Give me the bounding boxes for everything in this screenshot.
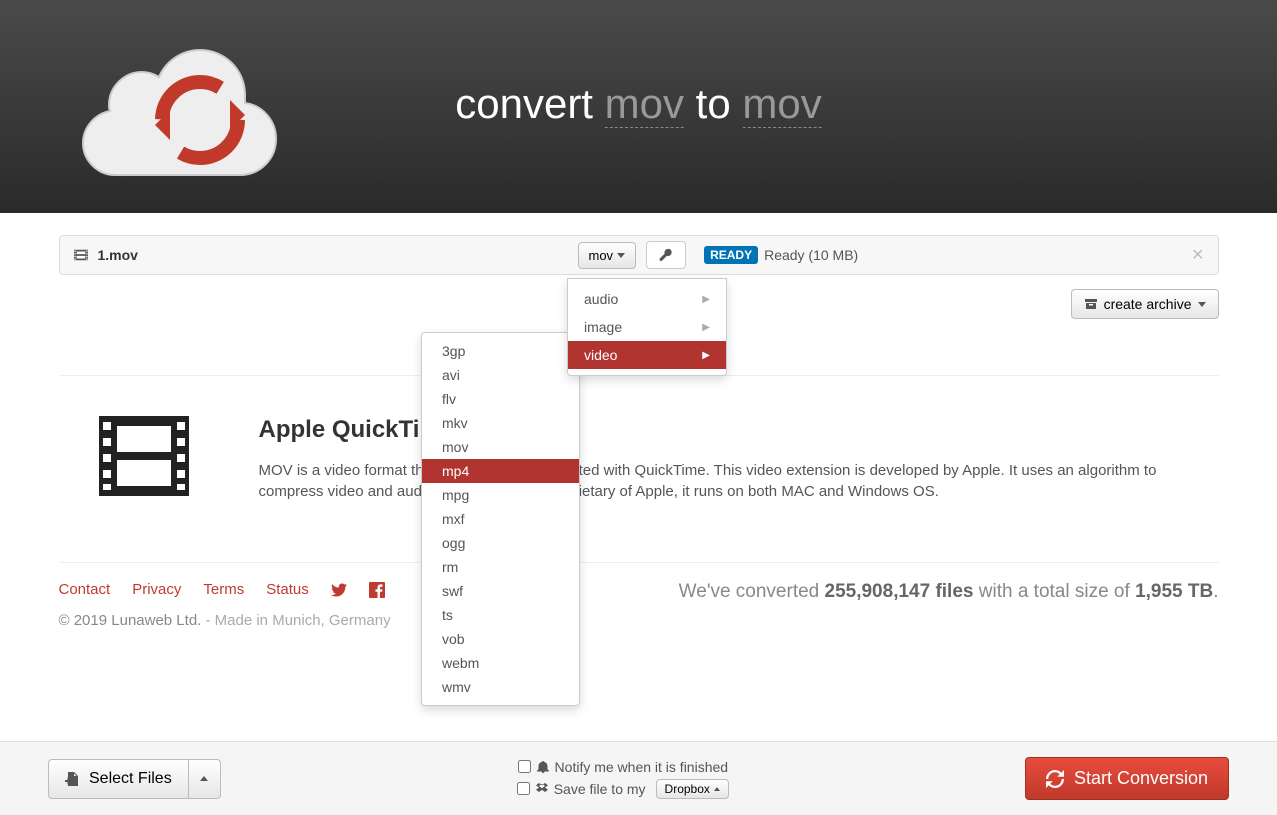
format-item-webm[interactable]: webm (422, 651, 579, 675)
notify-label: Notify me when it is finished (555, 759, 729, 775)
category-item-image[interactable]: image▶ (568, 313, 726, 341)
footer: Contact Privacy Terms Status © 2019 Luna… (59, 562, 1219, 629)
start-conversion-button[interactable]: Start Conversion (1025, 757, 1229, 800)
format-item-mov[interactable]: mov (422, 435, 579, 459)
dropbox-dropdown[interactable]: Dropbox (656, 779, 729, 799)
format-item-ts[interactable]: ts (422, 603, 579, 627)
to-format[interactable]: mov (742, 80, 821, 128)
add-file-icon (65, 771, 81, 787)
format-item-mkv[interactable]: mkv (422, 411, 579, 435)
save-to-checkbox[interactable] (517, 782, 530, 795)
from-format[interactable]: mov (605, 80, 684, 128)
format-item-ogg[interactable]: ogg (422, 531, 579, 555)
description-body: MOV is a video format that is commonly a… (259, 460, 1219, 502)
archive-label: create archive (1104, 296, 1192, 312)
chevron-up-icon (200, 776, 208, 781)
dropbox-icon (536, 783, 548, 795)
chevron-down-icon (617, 253, 625, 258)
notify-checkbox-row[interactable]: Notify me when it is finished (518, 759, 729, 775)
copyright: © 2019 Lunaweb Ltd. - Made in Munich, Ge… (59, 612, 391, 629)
close-icon[interactable]: × (1192, 244, 1204, 267)
header: convert mov to mov (0, 0, 1277, 213)
film-large-icon (99, 416, 189, 496)
notify-checkbox[interactable] (518, 760, 531, 773)
category-item-video[interactable]: video▶ (568, 341, 726, 369)
archive-icon (1084, 297, 1098, 311)
footer-links: Contact Privacy Terms Status (59, 581, 391, 598)
format-item-flv[interactable]: flv (422, 387, 579, 411)
refresh-icon (1046, 770, 1064, 788)
file-row: 1.mov mov READY Ready (10 MB) × (59, 235, 1219, 275)
format-item-swf[interactable]: swf (422, 579, 579, 603)
wrench-icon (658, 247, 674, 263)
footer-link-status[interactable]: Status (266, 581, 309, 598)
select-files-label: Select Files (89, 770, 172, 788)
start-label: Start Conversion (1074, 768, 1208, 789)
format-item-mxf[interactable]: mxf (422, 507, 579, 531)
save-to-label: Save file to my (554, 781, 646, 797)
footer-link-privacy[interactable]: Privacy (132, 581, 181, 598)
format-item-wmv[interactable]: wmv (422, 675, 579, 699)
page-title: convert mov to mov (455, 80, 822, 128)
chevron-down-icon (1198, 302, 1206, 307)
select-files-dropdown[interactable] (189, 759, 221, 799)
description-block: Apple QuickTime Movie MOV is a video for… (59, 375, 1219, 502)
format-item-mpg[interactable]: mpg (422, 483, 579, 507)
title-mid: to (684, 80, 742, 127)
format-menu: 3gpaviflvmkvmovmp4mpgmxfoggrmswftsvobweb… (421, 332, 580, 706)
format-item-avi[interactable]: avi (422, 363, 579, 387)
footer-link-terms[interactable]: Terms (203, 581, 244, 598)
select-files-button[interactable]: Select Files (48, 759, 189, 799)
twitter-icon[interactable] (331, 582, 347, 598)
bottom-bar: Select Files Notify me when it is finish… (0, 741, 1277, 815)
file-name: 1.mov (98, 247, 138, 263)
bell-icon (537, 761, 549, 773)
title-prefix: convert (455, 80, 604, 127)
save-to-row[interactable]: Save file to my Dropbox (517, 779, 729, 799)
format-item-vob[interactable]: vob (422, 627, 579, 651)
ready-badge: READY (704, 246, 758, 264)
format-item-rm[interactable]: rm (422, 555, 579, 579)
film-icon (74, 248, 88, 262)
footer-link-contact[interactable]: Contact (59, 581, 111, 598)
format-dropdown-button[interactable]: mov (578, 242, 637, 269)
facebook-icon[interactable] (369, 582, 385, 598)
settings-button[interactable] (646, 241, 686, 269)
chevron-up-icon (714, 787, 720, 791)
format-item-3gp[interactable]: 3gp (422, 339, 579, 363)
format-dropdown-label: mov (589, 248, 614, 263)
category-menu: audio▶image▶video▶ (567, 278, 727, 376)
stats-text: We've converted 255,908,147 files with a… (679, 581, 1219, 603)
description-title: Apple QuickTime Movie (259, 416, 1219, 444)
create-archive-button[interactable]: create archive (1071, 289, 1219, 319)
logo-cloud-icon (65, 25, 290, 185)
format-item-mp4[interactable]: mp4 (422, 459, 579, 483)
ready-text: Ready (10 MB) (764, 247, 858, 263)
category-item-audio[interactable]: audio▶ (568, 285, 726, 313)
